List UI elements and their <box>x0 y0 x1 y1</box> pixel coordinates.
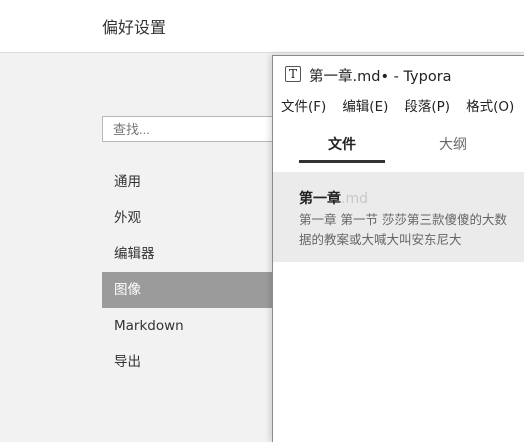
menu-paragraph[interactable]: 段落(P) <box>404 95 450 115</box>
window-titlebar[interactable]: T 第一章.md• - Typora <box>273 56 524 92</box>
tab-outline[interactable]: 大纲 <box>439 134 467 154</box>
tab-files[interactable]: 文件 <box>328 134 356 154</box>
menu-bar: 文件(F) 编辑(E) 段落(P) 格式(O) <box>273 95 524 119</box>
file-preview: 第一章 第一节 莎莎第三款傻傻的大数据的教案或大喊大叫安东尼大 <box>299 212 507 247</box>
preferences-title: 偏好设置 <box>102 18 167 37</box>
file-name: 第一章.md <box>299 188 368 208</box>
typora-window: T 第一章.md• - Typora 文件(F) 编辑(E) 段落(P) 格式(O) … <box>272 55 524 442</box>
preferences-search-input[interactable] <box>102 116 292 142</box>
menu-edit[interactable]: 编辑(E) <box>342 95 388 115</box>
typora-app-icon: T <box>285 66 301 82</box>
file-list-item[interactable]: 第一章.md 第一章 第一节 莎莎第三款傻傻的大数据的教案或大喊大叫安东尼大 <box>273 172 524 262</box>
menu-file[interactable]: 文件(F) <box>281 95 326 115</box>
window-title: 第一章.md• - Typora <box>309 69 452 85</box>
preferences-header: 偏好设置 <box>0 0 524 53</box>
file-name-text: 第一章 <box>299 191 341 207</box>
active-tab-indicator <box>299 160 385 163</box>
sidebar-tabs: 文件 大纲 <box>273 118 524 164</box>
menu-format[interactable]: 格式(O) <box>466 95 514 115</box>
file-extension: .md <box>341 191 368 207</box>
